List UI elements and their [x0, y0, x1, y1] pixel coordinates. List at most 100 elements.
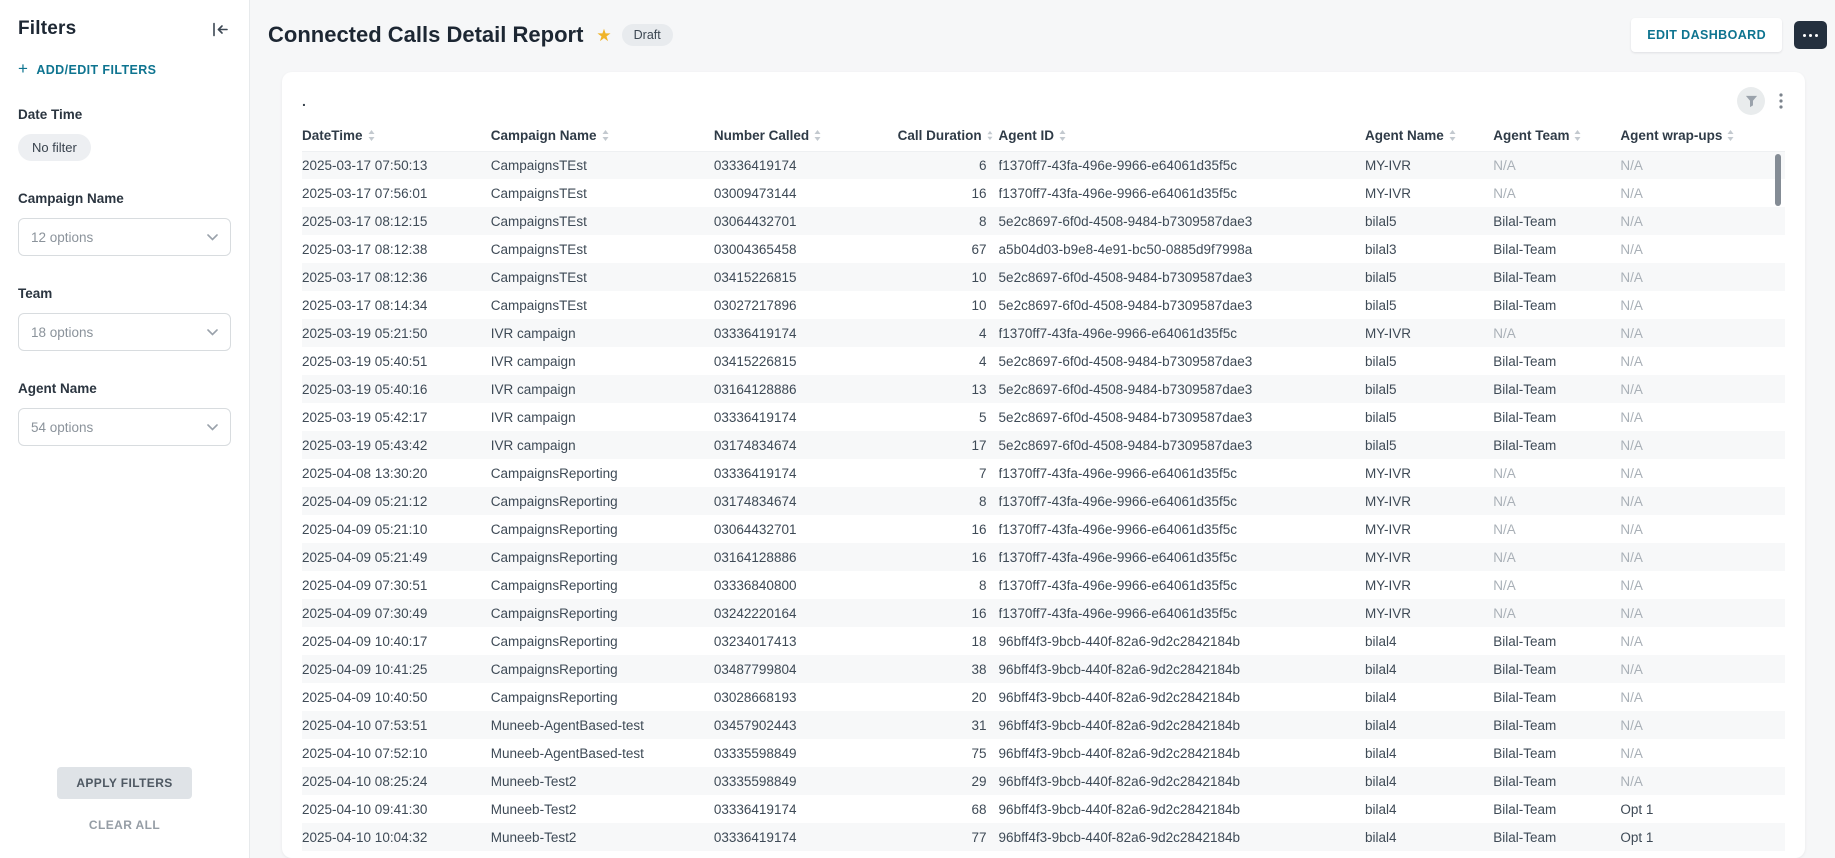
filter-label-date-time: Date Time	[18, 107, 231, 122]
table-row: 2025-03-17 08:12:38CampaignsTEst03004365…	[302, 235, 1785, 263]
cell-campaign-name: CampaignsReporting	[491, 487, 714, 515]
cell-datetime: 2025-04-10 07:52:10	[302, 739, 491, 767]
cell-call-duration: 5	[898, 403, 999, 431]
cell-agent-id: 96bff4f3-9bcb-440f-82a6-9d2c2842184b	[999, 711, 1365, 739]
cell-agent-id: f1370ff7-43fa-496e-9966-e64061d35f5c	[999, 151, 1365, 179]
cell-agent-wrap-ups: N/A	[1620, 235, 1785, 263]
page-title: Connected Calls Detail Report	[268, 22, 583, 48]
more-options-button[interactable]	[1794, 21, 1827, 49]
cell-agent-id: f1370ff7-43fa-496e-9966-e64061d35f5c	[999, 599, 1365, 627]
cell-datetime: 2025-04-09 10:40:17	[302, 627, 491, 655]
cell-number-called: 03234017413	[714, 627, 898, 655]
cell-campaign-name: Muneeb-Test2	[491, 823, 714, 851]
cell-agent-wrap-ups: N/A	[1620, 571, 1785, 599]
column-header-agent-wrap-ups[interactable]: Agent wrap-ups	[1620, 120, 1785, 151]
cell-agent-wrap-ups: N/A	[1620, 487, 1785, 515]
column-label: Agent ID	[999, 128, 1055, 143]
cell-agent-name: bilal4	[1365, 795, 1493, 823]
cell-campaign-name: CampaignsReporting	[491, 655, 714, 683]
cell-agent-name: bilal5	[1365, 403, 1493, 431]
cell-call-duration: 8	[898, 207, 999, 235]
cell-call-duration: 17	[898, 431, 999, 459]
cell-agent-wrap-ups: N/A	[1620, 739, 1785, 767]
cell-agent-team: Bilal-Team	[1493, 347, 1620, 375]
cell-agent-name: bilal5	[1365, 207, 1493, 235]
ellipsis-icon	[1803, 34, 1806, 37]
clear-all-button[interactable]: CLEAR ALL	[89, 818, 160, 832]
cell-campaign-name: IVR campaign	[491, 403, 714, 431]
table-row: 2025-03-17 08:12:36CampaignsTEst03415226…	[302, 263, 1785, 291]
cell-agent-wrap-ups: N/A	[1620, 263, 1785, 291]
cell-agent-wrap-ups: N/A	[1620, 179, 1785, 207]
cell-number-called: 03174834674	[714, 487, 898, 515]
vertical-scrollbar[interactable]	[1775, 154, 1781, 206]
column-header-call-duration[interactable]: Call Duration	[898, 120, 999, 151]
column-header-agent-id[interactable]: Agent ID	[999, 120, 1365, 151]
cell-agent-name: bilal4	[1365, 823, 1493, 851]
cell-agent-id: f1370ff7-43fa-496e-9966-e64061d35f5c	[999, 487, 1365, 515]
cell-campaign-name: IVR campaign	[491, 347, 714, 375]
add-edit-filters-button[interactable]: + ADD/EDIT FILTERS	[18, 62, 231, 77]
cell-campaign-name: IVR campaign	[491, 431, 714, 459]
cell-number-called: 03457902443	[714, 711, 898, 739]
cell-call-duration: 7	[898, 459, 999, 487]
table-row: 2025-03-17 07:56:01CampaignsTEst03009473…	[302, 179, 1785, 207]
team-select[interactable]: 18 options	[18, 313, 231, 351]
cell-call-duration: 10	[898, 263, 999, 291]
filter-group-date-time: Date Time No filter	[18, 107, 231, 161]
cell-campaign-name: CampaignsTEst	[491, 291, 714, 319]
column-header-agent-team[interactable]: Agent Team	[1493, 120, 1620, 151]
cell-agent-name: MY-IVR	[1365, 151, 1493, 179]
edit-dashboard-button[interactable]: EDIT DASHBOARD	[1631, 18, 1782, 52]
cell-campaign-name: IVR campaign	[491, 375, 714, 403]
cell-number-called: 03415226815	[714, 263, 898, 291]
column-label: Call Duration	[898, 128, 982, 143]
cell-campaign-name: Muneeb-Test2	[491, 795, 714, 823]
table-row: 2025-04-10 08:25:24Muneeb-Test2033355988…	[302, 767, 1785, 795]
cell-call-duration: 18	[898, 627, 999, 655]
cell-agent-name: MY-IVR	[1365, 599, 1493, 627]
cell-agent-name: MY-IVR	[1365, 179, 1493, 207]
widget-filter-button[interactable]	[1737, 87, 1765, 115]
table-row: 2025-03-17 08:14:34CampaignsTEst03027217…	[302, 291, 1785, 319]
cell-agent-team: N/A	[1493, 515, 1620, 543]
cell-number-called: 03064432701	[714, 207, 898, 235]
table-row: 2025-04-10 07:52:10Muneeb-AgentBased-tes…	[302, 739, 1785, 767]
chevron-down-icon	[207, 234, 218, 241]
column-header-datetime[interactable]: DateTime	[302, 120, 491, 151]
status-badge: Draft	[622, 24, 673, 46]
sort-icon	[1727, 130, 1734, 141]
cell-call-duration: 16	[898, 179, 999, 207]
apply-filters-button[interactable]: APPLY FILTERS	[57, 767, 191, 799]
cell-datetime: 2025-03-17 08:12:15	[302, 207, 491, 235]
favorite-star-icon[interactable]: ★	[596, 27, 611, 44]
cell-number-called: 03335598849	[714, 739, 898, 767]
cell-datetime: 2025-04-10 08:25:24	[302, 767, 491, 795]
agent-name-select[interactable]: 54 options	[18, 408, 231, 446]
column-header-campaign-name[interactable]: Campaign Name	[491, 120, 714, 151]
cell-number-called: 03336419174	[714, 319, 898, 347]
date-time-filter-chip[interactable]: No filter	[18, 134, 91, 161]
cell-agent-id: 5e2c8697-6f0d-4508-9484-b7309587dae3	[999, 431, 1365, 459]
filter-label-team: Team	[18, 286, 231, 301]
cell-agent-team: Bilal-Team	[1493, 739, 1620, 767]
campaign-name-select[interactable]: 12 options	[18, 218, 231, 256]
table-row: 2025-04-10 09:41:30Muneeb-Test2033364191…	[302, 795, 1785, 823]
cell-campaign-name: Muneeb-Test2	[491, 767, 714, 795]
cell-campaign-name: CampaignsReporting	[491, 543, 714, 571]
column-header-number-called[interactable]: Number Called	[714, 120, 898, 151]
cell-call-duration: 29	[898, 767, 999, 795]
cell-number-called: 03336419174	[714, 795, 898, 823]
main-content: Connected Calls Detail Report ★ Draft ED…	[250, 0, 1835, 858]
chevron-down-icon	[207, 424, 218, 431]
widget-menu-button[interactable]	[1777, 91, 1785, 111]
cell-agent-wrap-ups: N/A	[1620, 459, 1785, 487]
cell-datetime: 2025-04-09 05:21:49	[302, 543, 491, 571]
cell-agent-wrap-ups: N/A	[1620, 403, 1785, 431]
cell-agent-name: MY-IVR	[1365, 571, 1493, 599]
cell-datetime: 2025-03-17 08:12:36	[302, 263, 491, 291]
column-header-agent-name[interactable]: Agent Name	[1365, 120, 1493, 151]
cell-agent-name: bilal4	[1365, 739, 1493, 767]
cell-agent-id: 96bff4f3-9bcb-440f-82a6-9d2c2842184b	[999, 823, 1365, 851]
collapse-sidebar-button[interactable]	[210, 20, 231, 39]
